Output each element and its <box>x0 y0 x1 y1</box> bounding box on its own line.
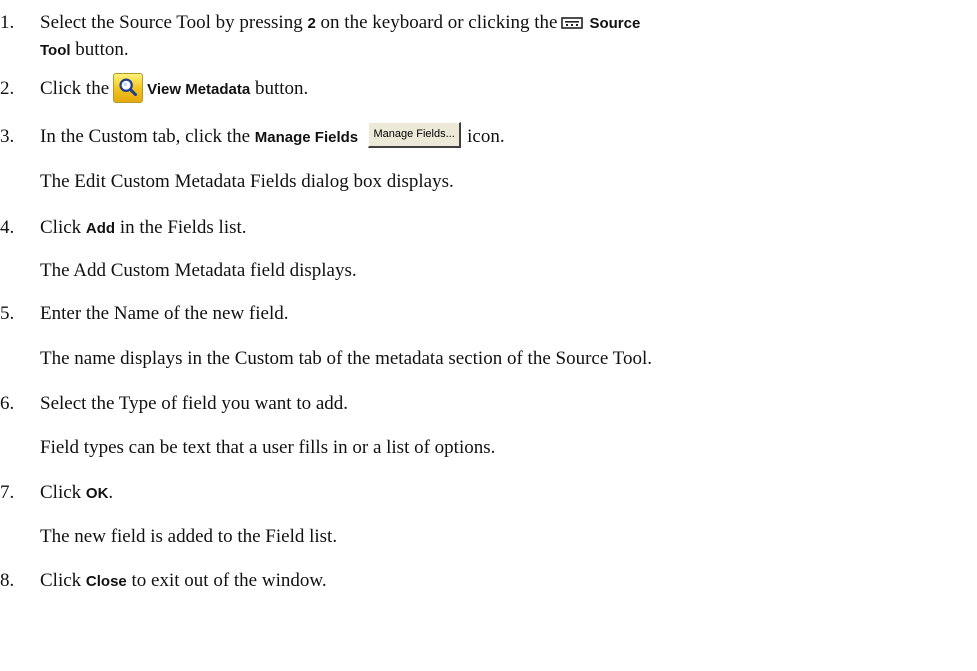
step-text: Click OK. <box>40 481 113 506</box>
manage-fields-label: Manage Fields <box>254 129 359 146</box>
step-number: 8. <box>0 570 15 591</box>
step-text: Click Close to exit out of the window. <box>40 569 327 594</box>
source-tool-button-label: Source <box>589 15 641 32</box>
step-text: Click Add in the Fields list. <box>40 216 247 241</box>
step-text-part: on the keyboard or clicking the <box>315 12 558 33</box>
step-text-part: icon. <box>467 126 505 147</box>
step-number: 3. <box>0 126 15 147</box>
step-note: Field types can be text that a user fill… <box>40 437 496 458</box>
step-note: The Add Custom Metadata field displays. <box>40 260 357 281</box>
step-text-part: In the Custom tab, click the <box>40 126 255 147</box>
step-number: 1. <box>0 12 15 33</box>
step-text-part: button. <box>250 78 309 99</box>
view-metadata-button-label: View Metadata <box>147 81 251 98</box>
step-note: The new field is added to the Field list… <box>40 526 338 547</box>
step-text: Select the Type of field you want to add… <box>40 393 349 414</box>
step-number: 6. <box>0 393 15 414</box>
step-text: Click the View Metadata button. <box>40 72 309 103</box>
step-number: 7. <box>0 482 15 503</box>
step-text: In the Custom tab, click the Manage Fiel… <box>40 122 505 150</box>
step-text-part: Select the Source Tool by pressing <box>40 12 308 33</box>
step-text-part: Click <box>40 570 86 591</box>
step-number: 4. <box>0 217 15 238</box>
step-number: 5. <box>0 303 15 324</box>
view-metadata-magnifier-icon <box>113 72 144 103</box>
step-text-part: . <box>108 482 114 503</box>
step-text: Enter the Name of the new field. <box>40 303 289 324</box>
step-text-part: Click the <box>40 78 110 99</box>
step-text-part: in the Fields list. <box>115 217 247 238</box>
ok-button-label: OK <box>85 485 109 502</box>
step-text: Select the Source Tool by pressing 2 on … <box>40 11 640 36</box>
step-text-part: button. <box>70 39 129 60</box>
step-number: 2. <box>0 78 15 99</box>
keyboard-key: 2 <box>307 15 316 32</box>
close-button-label: Close <box>85 573 127 590</box>
source-tool-icon <box>561 16 584 29</box>
step-note: The Edit Custom Metadata Fields dialog b… <box>40 171 454 192</box>
step-text-part: to exit out of the window. <box>126 570 327 591</box>
step-text: Tool button. <box>40 38 129 63</box>
step-text-part: Click <box>40 217 86 238</box>
manage-fields-button-image: Manage Fields... <box>368 122 462 149</box>
source-tool-button-label: Tool <box>40 42 71 59</box>
step-note: The name displays in the Custom tab of t… <box>40 348 652 369</box>
add-button-label: Add <box>85 220 116 237</box>
step-text-part: Click <box>40 482 86 503</box>
